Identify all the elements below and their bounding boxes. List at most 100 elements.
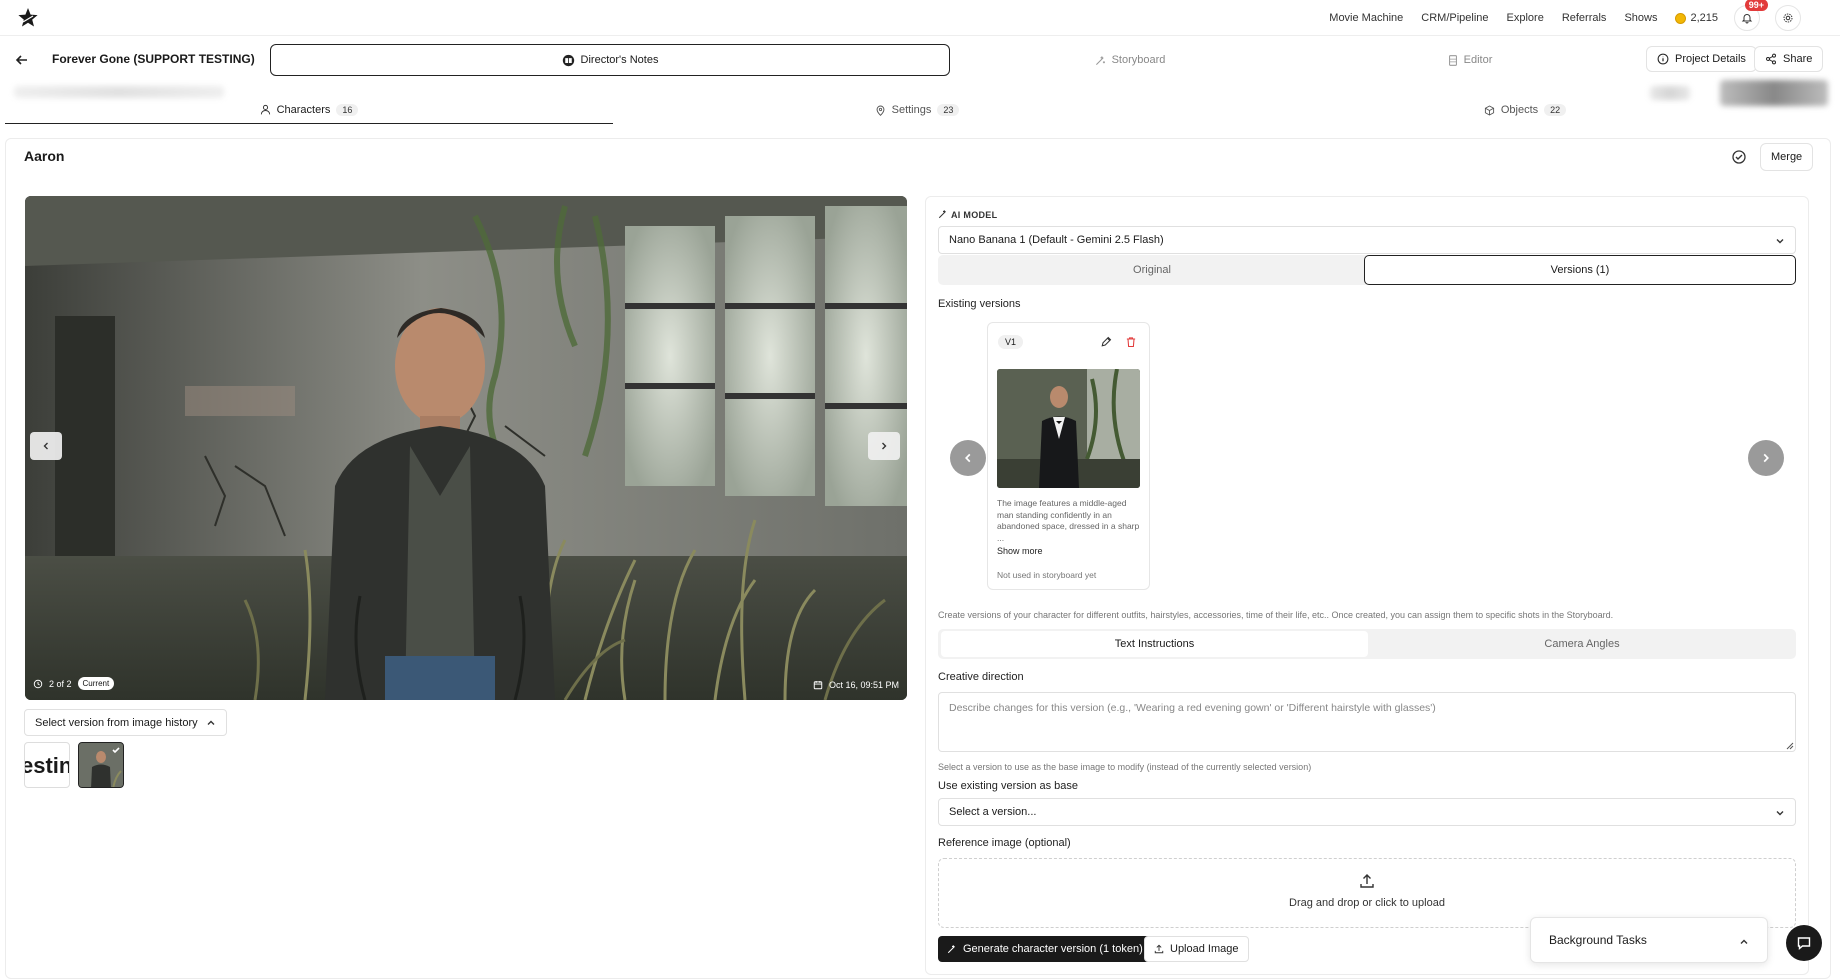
show-more-link[interactable]: Show more (997, 546, 1043, 556)
background-tasks-panel[interactable]: Background Tasks (1530, 917, 1768, 963)
chevron-left-icon (43, 442, 48, 450)
character-name: Aaron (24, 148, 65, 164)
count-badge: 16 (336, 103, 359, 116)
creative-direction-input[interactable]: Describe changes for this version (e.g.,… (938, 692, 1796, 752)
image-timestamp: Oct 16, 09:51 PM (813, 680, 899, 690)
coin-icon (1675, 12, 1687, 24)
token-balance[interactable]: 2,215 (1675, 12, 1718, 24)
tab-label: Storyboard (1111, 54, 1166, 66)
top-navigation: Movie Machine CRM/Pipeline Explore Refer… (0, 0, 1840, 36)
history-icon (33, 679, 43, 688)
reference-image-label: Reference image (optional) (938, 837, 1071, 849)
versions-prev-button[interactable] (950, 440, 986, 476)
chevron-left-icon (965, 453, 971, 463)
tab-objects[interactable]: Objects 22 (1221, 96, 1829, 124)
info-icon (1657, 53, 1669, 65)
base-version-placeholder: Select a version... (949, 806, 1037, 818)
chevron-up-icon (207, 720, 215, 725)
character-image: 2 of 2 Current Oct 16, 09:51 PM (25, 196, 907, 700)
ai-model-value: Nano Banana 1 (Default - Gemini 2.5 Flas… (949, 234, 1164, 246)
box-icon (1484, 105, 1494, 115)
version-description: The image features a middle-aged man sta… (997, 498, 1140, 543)
project-title: Forever Gone (SUPPORT TESTING) (52, 52, 255, 66)
history-thumbnail-selected[interactable] (78, 742, 124, 788)
tab-settings[interactable]: Settings 23 (613, 96, 1221, 124)
trash-icon[interactable] (1125, 336, 1137, 348)
next-image-button[interactable] (868, 432, 900, 460)
nav-crm-pipeline[interactable]: CRM/Pipeline (1421, 12, 1488, 24)
current-badge: Current (77, 677, 115, 690)
calendar-icon (813, 680, 823, 690)
project-details-label: Project Details (1675, 53, 1746, 65)
tab-storyboard[interactable]: Storyboard (1050, 44, 1210, 76)
generate-label: Generate character version (1 token) (963, 943, 1143, 955)
previous-image-button[interactable] (30, 432, 62, 460)
upload-icon (1360, 874, 1374, 888)
tab-characters[interactable]: Characters 16 (5, 96, 613, 124)
tab-directors-notes[interactable]: Director's Notes (270, 44, 950, 76)
upload-label: Upload Image (1170, 943, 1239, 955)
base-version-select[interactable]: Select a version... (938, 798, 1796, 826)
map-pin-icon (876, 105, 885, 116)
image-counter-text: 2 of 2 (49, 678, 72, 689)
instruction-tabs: Text Instructions Camera Angles (938, 629, 1796, 659)
tab-editor[interactable]: Editor (1420, 44, 1520, 76)
sparkle-icon (1095, 55, 1105, 65)
share-button[interactable]: Share (1754, 46, 1824, 72)
image-history-label: Select version from image history (35, 716, 198, 729)
tab-text-instructions[interactable]: Text Instructions (941, 631, 1368, 657)
nav-explore[interactable]: Explore (1507, 12, 1544, 24)
existing-versions-label: Existing versions (938, 298, 1021, 310)
ai-model-label: AI MODEL (951, 210, 998, 220)
tab-versions[interactable]: Versions (1) (1364, 255, 1796, 285)
project-bar: Forever Gone (SUPPORT TESTING) Director'… (0, 42, 1840, 78)
upload-icon (1154, 944, 1164, 954)
nav-movie-machine[interactable]: Movie Machine (1329, 12, 1403, 24)
settings-button[interactable] (1775, 5, 1801, 31)
version-tag: V1 (998, 335, 1024, 349)
ai-model-select[interactable]: Nano Banana 1 (Default - Gemini 2.5 Flas… (938, 226, 1796, 254)
gear-icon (1783, 13, 1793, 23)
suited-man-image (997, 369, 1140, 488)
chat-button[interactable] (1786, 925, 1822, 961)
nav-referrals[interactable]: Referrals (1562, 12, 1607, 24)
background-tasks-label: Background Tasks (1549, 933, 1647, 947)
versions-hint: Create versions of your character for di… (938, 610, 1614, 620)
merge-button[interactable]: Merge (1760, 143, 1814, 171)
history-thumbnail[interactable]: estin (24, 742, 70, 788)
image-history-select[interactable]: Select version from image history (24, 709, 227, 736)
count-badge: 23 (937, 104, 960, 116)
project-details-button[interactable]: Project Details (1646, 46, 1757, 72)
share-icon (1766, 53, 1776, 65)
versions-next-button[interactable] (1748, 440, 1784, 476)
star-logo-icon[interactable] (16, 6, 40, 30)
pencil-icon[interactable] (1100, 336, 1112, 348)
check-icon (112, 747, 120, 754)
resize-handle-icon[interactable] (1786, 742, 1794, 750)
generate-version-button[interactable]: Generate character version (1 token) (938, 936, 1152, 962)
book-icon (562, 54, 574, 66)
mode-tabs: Director's Notes Storyboard Editor (270, 44, 1492, 76)
back-arrow-icon[interactable] (14, 52, 30, 68)
image-counter: 2 of 2 Current (33, 677, 115, 690)
thumbnail-text: estin (25, 753, 70, 778)
chevron-right-icon (1763, 453, 1769, 463)
version-usage-status: Not used in storyboard yet (997, 570, 1097, 580)
upload-image-button[interactable]: Upload Image (1144, 936, 1249, 962)
chevron-up-icon[interactable] (1739, 937, 1749, 947)
check-circle-icon[interactable] (1730, 148, 1748, 166)
base-version-label: Use existing version as base (938, 780, 1079, 792)
chat-bubble-icon (1797, 937, 1811, 950)
notifications-button[interactable]: 99+ (1734, 0, 1768, 31)
tab-original[interactable]: Original (938, 255, 1366, 285)
count-badge: 22 (1544, 104, 1567, 116)
tab-label: Characters (276, 103, 331, 116)
version-mode-tabs: Original Versions (1) (938, 255, 1796, 285)
dropzone-text: Drag and drop or click to upload (1289, 897, 1445, 909)
version-card[interactable]: V1 The image features a middle-aged man … (987, 322, 1150, 590)
tab-camera-angles[interactable]: Camera Angles (1368, 629, 1796, 659)
chevron-right-icon (882, 442, 887, 450)
share-label: Share (1783, 53, 1813, 65)
tab-label: Director's Notes (580, 54, 659, 66)
nav-shows[interactable]: Shows (1624, 12, 1657, 24)
